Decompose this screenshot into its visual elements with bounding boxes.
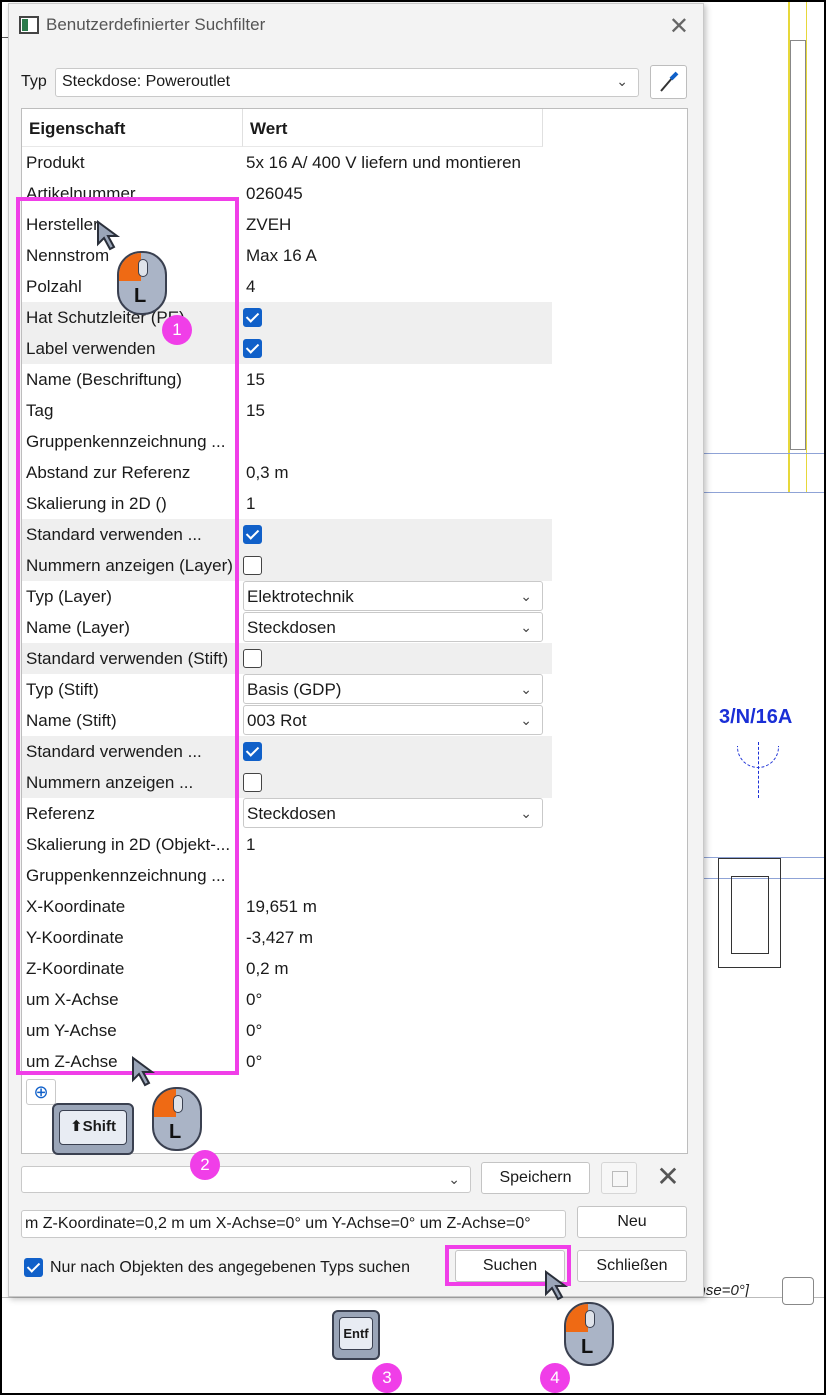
chevron-down-icon: ⌄ bbox=[520, 588, 532, 604]
eyedropper-icon bbox=[660, 71, 679, 92]
property-value: -3,427 m bbox=[246, 928, 314, 947]
query-field[interactable]: m Z-Koordinate=0,2 m um X-Achse=0° um Y-… bbox=[21, 1210, 566, 1238]
cursor-icon bbox=[545, 1270, 569, 1301]
property-value: 5x 16 A/ 400 V liefern und montieren bbox=[246, 153, 522, 172]
value-dropdown-text: Steckdosen bbox=[247, 618, 336, 637]
filter-preset-select[interactable]: ⌄ bbox=[21, 1166, 471, 1193]
step-badge-3: 3 bbox=[372, 1363, 402, 1393]
property-value: 026045 bbox=[246, 184, 303, 203]
value-dropdown-text: Basis (GDP) bbox=[247, 680, 342, 699]
close-icon[interactable]: ✕ bbox=[669, 12, 689, 41]
property-value: 15 bbox=[246, 370, 265, 389]
chevron-down-icon: ⌄ bbox=[616, 73, 628, 89]
delete-icon[interactable]: ✕ bbox=[650, 1162, 686, 1194]
eyedropper-button[interactable] bbox=[650, 65, 687, 99]
property-value: 1 bbox=[246, 835, 256, 854]
shift-key-icon: ⬆Shift bbox=[52, 1103, 134, 1155]
value-dropdown[interactable]: 003 Rot ⌄ bbox=[243, 705, 543, 735]
chevron-down-icon: ⌄ bbox=[448, 1171, 460, 1187]
value-checkbox[interactable] bbox=[243, 649, 262, 668]
cad-label: 3/N/16A bbox=[719, 706, 793, 728]
property-value: 0° bbox=[246, 1052, 263, 1071]
dialog-title: Benutzerdefinierter Suchfilter bbox=[46, 15, 266, 34]
property-value: 15 bbox=[246, 401, 265, 420]
value-dropdown[interactable]: Steckdosen ⌄ bbox=[243, 798, 543, 828]
mouse-left-icon: L bbox=[152, 1087, 202, 1151]
value-checkbox[interactable] bbox=[243, 742, 262, 761]
property-value: 1 bbox=[246, 494, 256, 513]
chevron-down-icon: ⌄ bbox=[520, 805, 532, 821]
chevron-down-icon: ⌄ bbox=[520, 712, 532, 728]
value-checkbox[interactable] bbox=[243, 339, 262, 358]
value-dropdown-text: Elektrotechnik bbox=[247, 587, 354, 606]
cursor-icon bbox=[132, 1056, 156, 1087]
only-type-label: Nur nach Objekten des angegebenen Typs s… bbox=[50, 1259, 410, 1276]
typ-select[interactable]: Steckdose: Poweroutlet ⌄ bbox=[55, 68, 639, 97]
chevron-down-icon: ⌄ bbox=[520, 619, 532, 635]
only-type-checkbox[interactable] bbox=[24, 1258, 43, 1277]
value-checkbox[interactable] bbox=[243, 556, 262, 575]
value-checkbox[interactable] bbox=[243, 773, 262, 792]
close-button[interactable]: Schließen bbox=[577, 1250, 687, 1282]
property-value: 0° bbox=[246, 990, 263, 1009]
cad-zoom-icon[interactable] bbox=[782, 1277, 814, 1305]
table-row[interactable]: Produkt 5x 16 A/ 400 V liefern und montie… bbox=[22, 147, 552, 178]
dialog-titlebar: Benutzerdefinierter Suchfilter ✕ bbox=[9, 4, 703, 48]
value-checkbox[interactable] bbox=[243, 308, 262, 327]
value-checkbox[interactable] bbox=[243, 525, 262, 544]
step-badge-1: 1 bbox=[162, 315, 192, 345]
value-dropdown[interactable]: Elektrotechnik ⌄ bbox=[243, 581, 543, 611]
selection-highlight bbox=[16, 197, 239, 1075]
value-dropdown[interactable]: Steckdosen ⌄ bbox=[243, 612, 543, 642]
property-value: 19,651 m bbox=[246, 897, 317, 916]
step-badge-2: 2 bbox=[190, 1150, 220, 1180]
property-name: Produkt bbox=[26, 153, 85, 172]
value-dropdown-text: Steckdosen bbox=[247, 804, 336, 823]
add-row-button[interactable]: ⊕ bbox=[26, 1079, 56, 1105]
property-value: 0° bbox=[246, 1021, 263, 1040]
step-badge-4: 4 bbox=[540, 1363, 570, 1393]
property-value: 4 bbox=[246, 277, 256, 296]
chevron-down-icon: ⌄ bbox=[520, 681, 532, 697]
copy-button[interactable] bbox=[601, 1162, 637, 1194]
property-value: ZVEH bbox=[246, 215, 292, 234]
property-value: 0,2 m bbox=[246, 959, 289, 978]
entf-key-icon: Entf bbox=[332, 1310, 380, 1360]
column-header-value[interactable]: Wert bbox=[243, 109, 543, 147]
value-dropdown-text: 003 Rot bbox=[247, 711, 307, 730]
cursor-icon bbox=[97, 220, 121, 251]
property-value: Max 16 A bbox=[246, 246, 317, 265]
typ-select-value: Steckdose: Poweroutlet bbox=[62, 73, 231, 90]
value-dropdown[interactable]: Basis (GDP) ⌄ bbox=[243, 674, 543, 704]
new-button[interactable]: Neu bbox=[577, 1206, 687, 1238]
mouse-left-icon: L bbox=[564, 1302, 614, 1366]
property-value: 0,3 m bbox=[246, 463, 289, 482]
dialog-app-icon bbox=[19, 16, 39, 34]
typ-label: Typ bbox=[21, 73, 47, 90]
column-header-property[interactable]: Eigenschaft bbox=[22, 109, 243, 147]
mouse-left-icon: L bbox=[117, 251, 167, 315]
save-button[interactable]: Speichern bbox=[481, 1162, 590, 1194]
